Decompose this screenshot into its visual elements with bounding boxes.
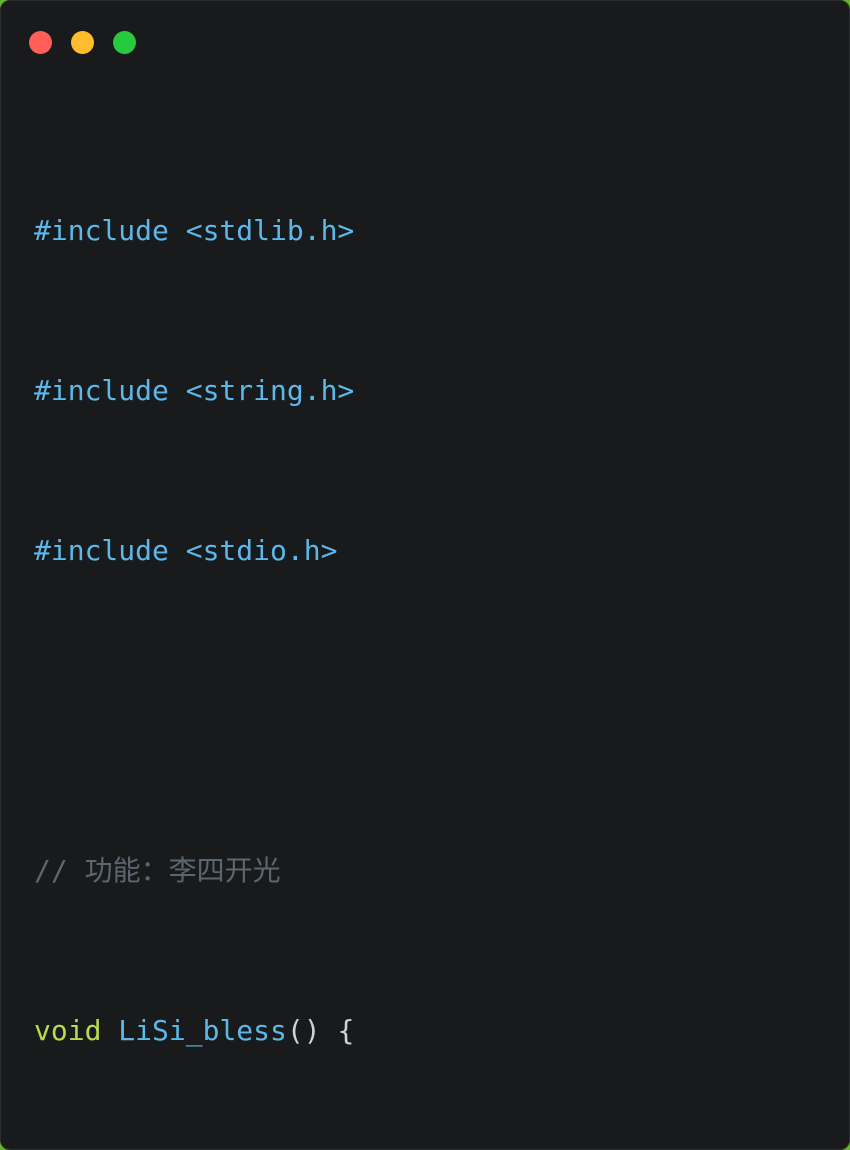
token-comment: // 功能：李四开光 <box>34 854 281 887</box>
code-snippet-window: #include <stdlib.h> #include <string.h> … <box>0 0 850 1150</box>
token-header-name: <stdlib.h> <box>168 214 355 247</box>
code-line-1: #include <stdlib.h> <box>34 211 849 251</box>
window-title-bar <box>1 1 849 77</box>
minimize-dot[interactable] <box>71 31 94 54</box>
token-include-directive: #include <box>34 534 169 567</box>
token-function-name: LiSi_bless <box>118 1014 287 1047</box>
token-keyword-void: void <box>34 1014 102 1047</box>
code-line-3: #include <stdio.h> <box>34 531 849 571</box>
token-include-directive: #include <box>34 374 169 407</box>
token-header-name: <stdio.h> <box>168 534 338 567</box>
token-include-directive: #include <box>34 214 169 247</box>
code-line-6: void LiSi_bless() { <box>34 1011 849 1051</box>
token-punctuation: () { <box>286 1014 355 1047</box>
code-line-2: #include <string.h> <box>34 371 849 411</box>
close-dot[interactable] <box>29 31 52 54</box>
token-header-name: <string.h> <box>168 374 355 407</box>
code-line-5: // 功能：李四开光 <box>34 851 849 891</box>
code-block[interactable]: #include <stdlib.h> #include <string.h> … <box>1 77 849 1149</box>
maximize-dot[interactable] <box>113 31 136 54</box>
